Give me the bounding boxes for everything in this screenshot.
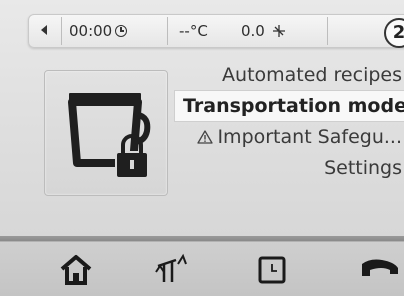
home-icon	[60, 255, 92, 285]
divider	[61, 17, 62, 45]
back-arrow-icon[interactable]	[41, 25, 47, 35]
menu-item-label: Settings	[324, 157, 402, 179]
timer-button[interactable]	[252, 252, 292, 288]
temperature-readout: --°C	[179, 22, 208, 40]
divider	[167, 17, 168, 45]
clock-icon	[115, 25, 128, 37]
time-readout: 00:00	[69, 22, 128, 40]
warning-icon	[197, 130, 214, 144]
time-value: 00:00	[69, 22, 113, 40]
reverse-button[interactable]	[358, 252, 398, 288]
status-bar: 00:00 --°C 0.0	[28, 14, 404, 48]
menu-item-label: Important Safegu...	[217, 126, 402, 148]
bottom-nav	[0, 236, 404, 296]
weight-readout: 0.0	[241, 22, 286, 40]
device-screen: 00:00 --°C 0.0 2 Automated recipes Trans…	[0, 0, 404, 296]
divider	[327, 17, 328, 45]
speed-icon	[272, 25, 285, 37]
scale-button[interactable]	[152, 252, 192, 288]
scale-icon	[155, 253, 187, 282]
reverse-icon	[362, 259, 398, 276]
weight-value: 0.0	[241, 22, 265, 40]
timer-icon	[258, 256, 286, 284]
menu-item-label: Transportation mode	[183, 95, 404, 117]
menu-item-transportation-mode[interactable]: Transportation mode	[174, 90, 404, 122]
home-button[interactable]	[56, 252, 96, 288]
bowl-lock-tile[interactable]	[44, 70, 168, 196]
menu-item-important-safeguards[interactable]: Important Safegu...	[197, 122, 404, 152]
menu-item-label: Automated recipes	[222, 64, 402, 86]
bowl-lock-icon	[68, 93, 151, 178]
menu-item-automated-recipes[interactable]: Automated recipes	[222, 60, 404, 90]
menu-item-settings[interactable]: Settings	[324, 153, 404, 183]
